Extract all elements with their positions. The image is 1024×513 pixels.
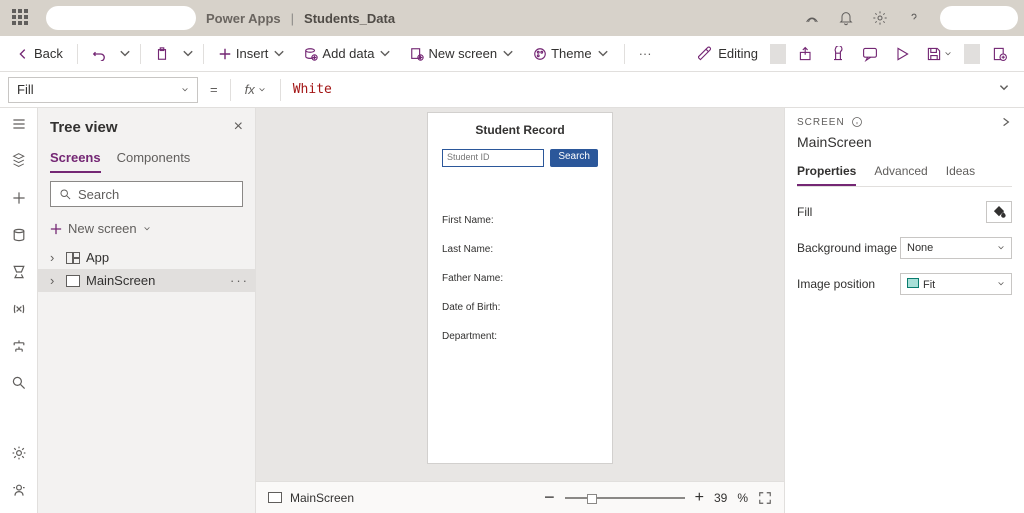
- data-rail-icon[interactable]: [11, 227, 27, 246]
- left-rail: [0, 108, 38, 513]
- gear-icon[interactable]: [872, 10, 888, 26]
- selected-control-name: MainScreen: [797, 134, 1012, 150]
- hamburger-icon[interactable]: [11, 116, 27, 135]
- variables-rail-icon[interactable]: [11, 301, 27, 320]
- equals-sign: =: [204, 82, 224, 97]
- help-icon[interactable]: [906, 10, 922, 26]
- paste-button[interactable]: [147, 43, 177, 65]
- canvas-area[interactable]: Student Record Student ID Search First N…: [256, 108, 784, 481]
- command-bar: Back Insert Add data New screen Theme ··…: [0, 36, 1024, 72]
- zoom-slider[interactable]: [565, 497, 685, 499]
- lastname-label: Last Name:: [442, 244, 598, 255]
- screen-icon: [268, 492, 282, 503]
- tree-view-panel: Tree view × Screens Components Search Ne…: [38, 108, 256, 513]
- tree-search-input[interactable]: Search: [50, 181, 243, 207]
- zoom-out-button[interactable]: −: [544, 487, 555, 508]
- search-rail-icon[interactable]: [11, 375, 27, 394]
- checker-button[interactable]: [822, 40, 854, 68]
- copilot-icon[interactable]: [804, 10, 820, 26]
- zoom-in-button[interactable]: +: [695, 489, 704, 507]
- formula-bar: Fill = fx White: [0, 72, 1024, 108]
- feedback-rail-icon[interactable]: [11, 482, 27, 501]
- properties-panel: SCREEN MainScreen Properties Advanced Id…: [784, 108, 1024, 513]
- fit-icon[interactable]: [758, 491, 772, 505]
- fit-icon: [907, 278, 919, 288]
- publish-button[interactable]: [984, 40, 1016, 68]
- dob-label: Date of Birth:: [442, 302, 598, 313]
- screen-icon: [66, 275, 80, 287]
- zoom-bar: MainScreen − + 39 %: [256, 481, 784, 513]
- search-button[interactable]: Search: [550, 149, 598, 167]
- tree-new-screen-button[interactable]: New screen: [38, 215, 255, 242]
- phone-screen: Student Record Student ID Search First N…: [427, 112, 613, 464]
- env-pill[interactable]: [46, 6, 196, 30]
- student-id-input[interactable]: Student ID: [442, 149, 544, 167]
- settings-rail-icon[interactable]: [11, 445, 27, 464]
- firstname-label: First Name:: [442, 215, 598, 226]
- paste-chevron[interactable]: [179, 43, 197, 65]
- imgpos-label: Image position: [797, 277, 875, 291]
- advanced-rail-icon[interactable]: [11, 338, 27, 357]
- bgimage-select[interactable]: None: [900, 237, 1012, 259]
- fathername-label: Father Name:: [442, 273, 598, 284]
- bell-icon[interactable]: [838, 10, 854, 26]
- waffle-icon[interactable]: [12, 9, 30, 27]
- save-button[interactable]: [918, 40, 960, 68]
- insert-button[interactable]: Insert: [210, 42, 295, 65]
- doc-name: Students_Data: [304, 11, 395, 26]
- undo-chevron[interactable]: [116, 43, 134, 65]
- close-icon[interactable]: ×: [234, 118, 243, 136]
- more-button[interactable]: ···: [631, 42, 660, 65]
- collapse-icon[interactable]: [1000, 116, 1012, 128]
- theme-button[interactable]: Theme: [525, 42, 617, 65]
- bgimage-label: Background image: [797, 241, 897, 255]
- media-rail-icon[interactable]: [11, 264, 27, 283]
- tab-components[interactable]: Components: [117, 146, 191, 173]
- share-button[interactable]: [790, 40, 822, 68]
- tab-advanced[interactable]: Advanced: [874, 160, 927, 186]
- user-pill[interactable]: [940, 6, 1018, 30]
- title-bar: Power Apps | Students_Data: [0, 0, 1024, 36]
- formula-input[interactable]: White: [287, 82, 986, 97]
- comments-button[interactable]: [854, 40, 886, 68]
- undo-button[interactable]: [84, 43, 114, 65]
- expand-formula-button[interactable]: [992, 82, 1016, 97]
- treeview-rail-icon[interactable]: [11, 153, 27, 172]
- back-button[interactable]: Back: [8, 42, 71, 65]
- fill-label: Fill: [797, 205, 812, 219]
- editing-button[interactable]: Editing: [690, 40, 766, 68]
- tab-ideas[interactable]: Ideas: [946, 160, 975, 186]
- fx-button[interactable]: fx: [237, 82, 274, 97]
- insert-rail-icon[interactable]: [11, 190, 27, 209]
- play-button[interactable]: [886, 40, 918, 68]
- property-selector[interactable]: Fill: [8, 77, 198, 103]
- fill-color-button[interactable]: [986, 201, 1012, 223]
- more-icon[interactable]: ···: [230, 273, 249, 288]
- tab-properties[interactable]: Properties: [797, 160, 856, 186]
- tree-item-mainscreen[interactable]: › MainScreen ···: [38, 269, 255, 292]
- canvas-title-label: Student Record: [442, 123, 598, 137]
- imgpos-select[interactable]: Fit: [900, 273, 1012, 295]
- new-screen-button[interactable]: New screen: [402, 42, 523, 65]
- treeview-title: Tree view: [50, 119, 118, 136]
- selected-screen-label: MainScreen: [290, 491, 354, 505]
- info-icon[interactable]: [851, 116, 863, 128]
- title-separator: |: [291, 11, 294, 26]
- department-label: Department:: [442, 331, 598, 342]
- app-name: Power Apps: [206, 11, 281, 26]
- panel-header: SCREEN: [797, 117, 845, 128]
- tab-screens[interactable]: Screens: [50, 146, 101, 173]
- add-data-button[interactable]: Add data: [296, 42, 400, 65]
- zoom-value: 39: [714, 491, 727, 505]
- tree-item-app[interactable]: › App: [38, 246, 255, 269]
